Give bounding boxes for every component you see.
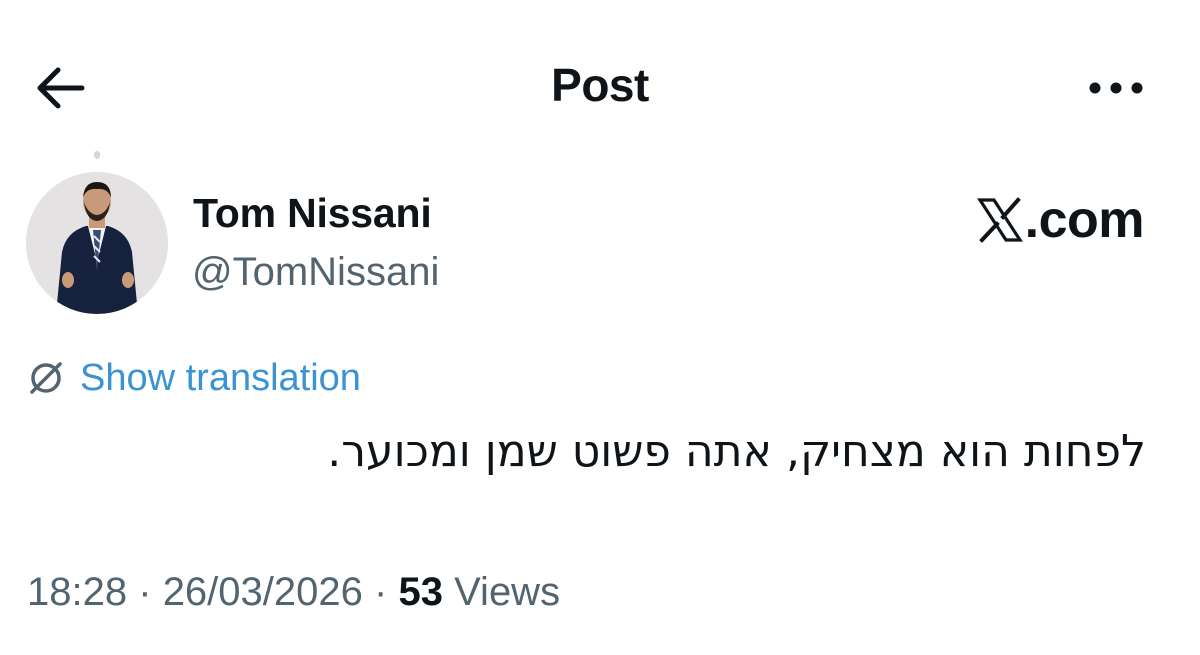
- watermark-text: .com: [1024, 191, 1145, 249]
- meta-separator: ·: [374, 570, 388, 614]
- profile-photo: [26, 172, 168, 314]
- post-time[interactable]: 18:28: [27, 570, 127, 614]
- author-handle[interactable]: @TomNissani: [192, 250, 439, 295]
- post-metadata: 18:28 · 26/03/2026 · 53 Views: [27, 570, 560, 615]
- avatar[interactable]: [26, 172, 168, 314]
- show-translation-link[interactable]: Show translation: [24, 356, 361, 400]
- views-count[interactable]: 53: [398, 570, 443, 614]
- more-horizontal-icon: [1089, 82, 1143, 94]
- post-date[interactable]: 26/03/2026: [163, 570, 363, 614]
- post-body-text: לפחות הוא מצחיק, אתה פשוט שמן ומכוער.: [327, 426, 1146, 477]
- avatar-indicator-dot: [94, 151, 100, 159]
- x-logo-icon: [976, 197, 1023, 243]
- author-display-name[interactable]: Tom Nissani: [193, 190, 432, 237]
- page-title: Post: [551, 59, 649, 111]
- top-bar: Post: [0, 0, 1200, 150]
- x-com-watermark: .com: [976, 190, 1145, 250]
- views-label: Views: [454, 570, 561, 614]
- show-translation-label: Show translation: [80, 356, 361, 399]
- meta-separator: ·: [138, 570, 152, 614]
- more-options-button[interactable]: [1086, 72, 1146, 104]
- translate-globe-icon: [30, 362, 62, 394]
